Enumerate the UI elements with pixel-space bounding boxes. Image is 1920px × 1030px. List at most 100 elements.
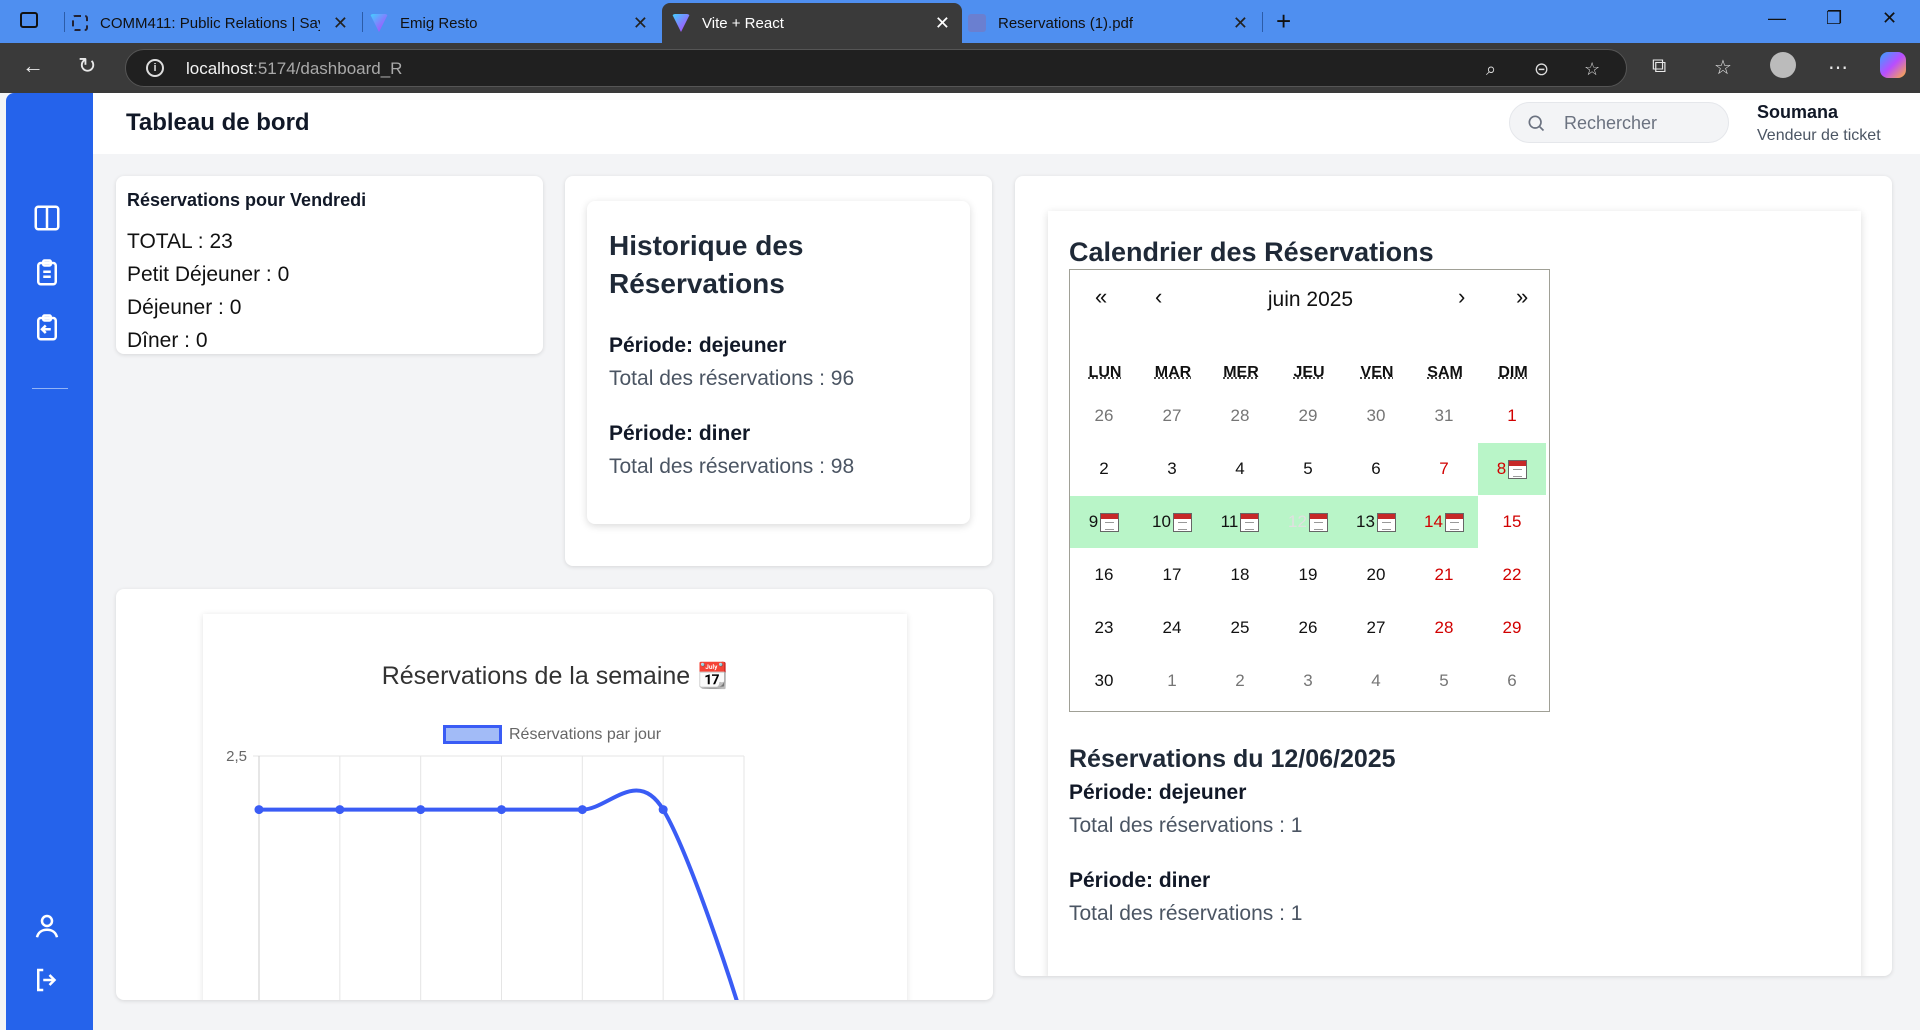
- calendar-day[interactable]: 28: [1206, 390, 1274, 442]
- restore-icon[interactable]: ❐: [1826, 8, 1842, 29]
- calendar-day[interactable]: 13: [1342, 496, 1410, 548]
- calendar-day[interactable]: 29: [1274, 390, 1342, 442]
- calendar-day[interactable]: 26: [1274, 602, 1342, 654]
- day-number: 8: [1496, 459, 1507, 478]
- tab-title: Emig Resto: [400, 14, 478, 32]
- calendar-day[interactable]: 27: [1138, 390, 1206, 442]
- calendar-day[interactable]: 27: [1342, 602, 1410, 654]
- minimize-icon[interactable]: —: [1768, 8, 1786, 29]
- favorite-star-icon[interactable]: ☆: [1584, 59, 1600, 80]
- calendar-day[interactable]: 16: [1070, 549, 1138, 601]
- search-box[interactable]: [1509, 102, 1729, 143]
- calendar-day[interactable]: 15: [1478, 496, 1546, 548]
- calendar-day[interactable]: 22: [1478, 549, 1546, 601]
- calendar-day[interactable]: 6: [1342, 443, 1410, 495]
- calendar-month-label[interactable]: juin 2025: [1070, 288, 1551, 312]
- close-tab-icon[interactable]: ✕: [633, 13, 648, 34]
- calendar-day[interactable]: 2: [1070, 443, 1138, 495]
- calendar-day[interactable]: 4: [1206, 443, 1274, 495]
- calendar-day[interactable]: 6: [1478, 655, 1546, 707]
- calendar-day[interactable]: 14: [1410, 496, 1478, 548]
- calendar-day[interactable]: 2: [1206, 655, 1274, 707]
- calendar-day[interactable]: 20: [1342, 549, 1410, 601]
- weekday-sam: SAM: [1427, 364, 1463, 381]
- calendar-day[interactable]: 17: [1138, 549, 1206, 601]
- zoom-icon[interactable]: ⌕: [1486, 59, 1496, 80]
- day-number: 28: [1230, 406, 1250, 425]
- calendar-day[interactable]: 23: [1070, 602, 1138, 654]
- calendar-day[interactable]: 3: [1138, 443, 1206, 495]
- calendar-day[interactable]: 19: [1274, 549, 1342, 601]
- extensions-icon[interactable]: ⧉: [1652, 55, 1666, 78]
- info-icon[interactable]: i: [146, 59, 164, 77]
- calendar-day[interactable]: 1: [1138, 655, 1206, 707]
- calendar-day[interactable]: 7: [1410, 443, 1478, 495]
- tab-title: Vite + React: [702, 14, 784, 32]
- line-chart: 2,50LunMarMerJeuVenSamDim: [226, 748, 745, 1000]
- calendar-day[interactable]: 24: [1138, 602, 1206, 654]
- day-number: 15: [1502, 512, 1522, 531]
- refresh-icon[interactable]: ↻: [78, 53, 96, 79]
- calendar-day[interactable]: 3: [1274, 655, 1342, 707]
- day-number: 12: [1288, 512, 1307, 531]
- more-menu-icon[interactable]: ⋯: [1828, 55, 1848, 80]
- day-number: 17: [1162, 565, 1182, 584]
- next-month-button[interactable]: ›: [1458, 284, 1465, 310]
- calendar-day[interactable]: 5: [1410, 655, 1478, 707]
- profile-avatar-icon[interactable]: [1770, 52, 1796, 78]
- calendar-day[interactable]: 4: [1342, 655, 1410, 707]
- clipboard-icon[interactable]: [32, 258, 62, 288]
- calendar-day[interactable]: 12: [1274, 496, 1342, 548]
- day-number: 3: [1303, 671, 1313, 690]
- calendar-day[interactable]: 5: [1274, 443, 1342, 495]
- calendar-day[interactable]: 8: [1478, 443, 1546, 495]
- copilot-icon[interactable]: [1880, 52, 1906, 78]
- calendar-day[interactable]: 25: [1206, 602, 1274, 654]
- calendar-day[interactable]: 11: [1206, 496, 1274, 548]
- tab-separator: [64, 12, 65, 32]
- calendar-day[interactable]: 18: [1206, 549, 1274, 601]
- sidebar-panel-icon[interactable]: [32, 203, 62, 233]
- calendar-day[interactable]: 28: [1410, 602, 1478, 654]
- calendar-day[interactable]: 30: [1070, 655, 1138, 707]
- tab-reservations-pdf[interactable]: Reservations (1).pdf ✕: [968, 3, 1260, 43]
- tab-actions-icon[interactable]: [20, 12, 38, 28]
- url-field[interactable]: i localhost:5174/dashboard_R ⌕ ⊝ ☆: [125, 49, 1627, 87]
- tab-comm411[interactable]: COMM411: Public Relations | Sayl ✕: [72, 3, 360, 43]
- calendar-day[interactable]: 9: [1070, 496, 1138, 548]
- url-path: :5174/dashboard_R: [253, 59, 403, 78]
- new-tab-icon[interactable]: +: [1276, 6, 1291, 37]
- next-year-button[interactable]: »: [1516, 284, 1528, 310]
- calendar-day[interactable]: 30: [1342, 390, 1410, 442]
- tab-emig-resto[interactable]: Emig Resto ✕: [370, 3, 660, 43]
- day-number: 21: [1434, 565, 1454, 584]
- tab-vite-react[interactable]: Vite + React ✕: [662, 3, 962, 43]
- back-icon[interactable]: ←: [22, 53, 44, 79]
- close-tab-icon[interactable]: ✕: [935, 13, 950, 34]
- calendar-day[interactable]: 31: [1410, 390, 1478, 442]
- calendar-day[interactable]: 21: [1410, 549, 1478, 601]
- calendar-card: Calendrier des Réservations « ‹ juin 202…: [1015, 176, 1892, 976]
- close-tab-icon[interactable]: ✕: [1233, 13, 1248, 34]
- day-number: 31: [1434, 406, 1454, 425]
- tab-title: Reservations (1).pdf: [998, 14, 1134, 32]
- user-icon[interactable]: [32, 911, 62, 941]
- day-number: 23: [1094, 618, 1114, 637]
- close-tab-icon[interactable]: ✕: [333, 13, 348, 34]
- calendar-event-icon: [1308, 512, 1328, 532]
- clipboard-return-icon[interactable]: [32, 313, 62, 343]
- reading-mode-icon[interactable]: ⊝: [1534, 59, 1549, 80]
- calendar-day[interactable]: 10: [1138, 496, 1206, 548]
- calendar-day[interactable]: 1: [1478, 390, 1546, 442]
- search-input[interactable]: [1564, 111, 1714, 135]
- weekday-dim: DIM: [1498, 364, 1528, 381]
- calendar-day[interactable]: 26: [1070, 390, 1138, 442]
- calendar-day[interactable]: 29: [1478, 602, 1546, 654]
- calendar-title: Calendrier des Réservations: [1069, 237, 1434, 267]
- logout-icon[interactable]: [32, 965, 62, 995]
- day-number: 6: [1507, 671, 1517, 690]
- close-window-icon[interactable]: ✕: [1882, 8, 1897, 29]
- favorites-icon[interactable]: ☆: [1714, 55, 1732, 80]
- dinner-line: Dîner : 0: [127, 329, 208, 352]
- url-text[interactable]: localhost:5174/dashboard_R: [186, 59, 402, 79]
